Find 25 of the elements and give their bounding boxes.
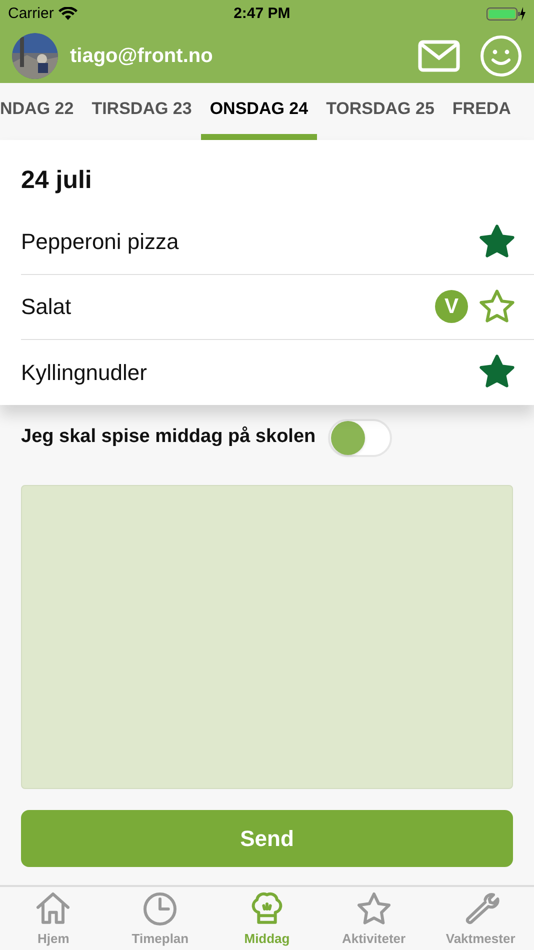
dish-name: Pepperoni pizza [21, 228, 180, 256]
day-tab[interactable]: FREDA [443, 83, 520, 140]
wifi-icon [58, 7, 78, 21]
day-tab[interactable]: NDAG 22 [0, 83, 83, 140]
dish-name: Salat [21, 293, 72, 321]
message-field[interactable] [21, 484, 513, 788]
user-email: tiago@front.no [70, 44, 214, 68]
date-heading: 24 juli [20, 165, 93, 196]
clock-time: 2:47 PM [232, 4, 292, 24]
vegetarian-badge: V [435, 290, 468, 323]
smiley-icon[interactable] [480, 34, 522, 76]
mail-icon[interactable] [418, 40, 460, 72]
tab-bar-item[interactable]: Middag [216, 888, 317, 948]
tab-bar-item[interactable]: Vaktmester [430, 888, 531, 948]
carrier-label: Carrier [8, 4, 54, 24]
tab-bar-item[interactable]: Hjem [3, 888, 104, 948]
dish-name: Kyllingnudler [21, 358, 148, 387]
toggle-switch[interactable] [328, 418, 392, 456]
tab-bar-item[interactable]: Aktiviteter [324, 888, 424, 948]
day-tab[interactable]: TIRSDAG 23 [82, 83, 201, 140]
battery-icon [486, 6, 526, 22]
day-tab[interactable]: TORSDAG 25 [317, 83, 444, 140]
tab-bar-item[interactable]: Timeplan [110, 888, 210, 948]
send-button[interactable]: Send [21, 810, 513, 866]
toggle-label: Jeg skal spise middag på skolen [21, 425, 316, 450]
